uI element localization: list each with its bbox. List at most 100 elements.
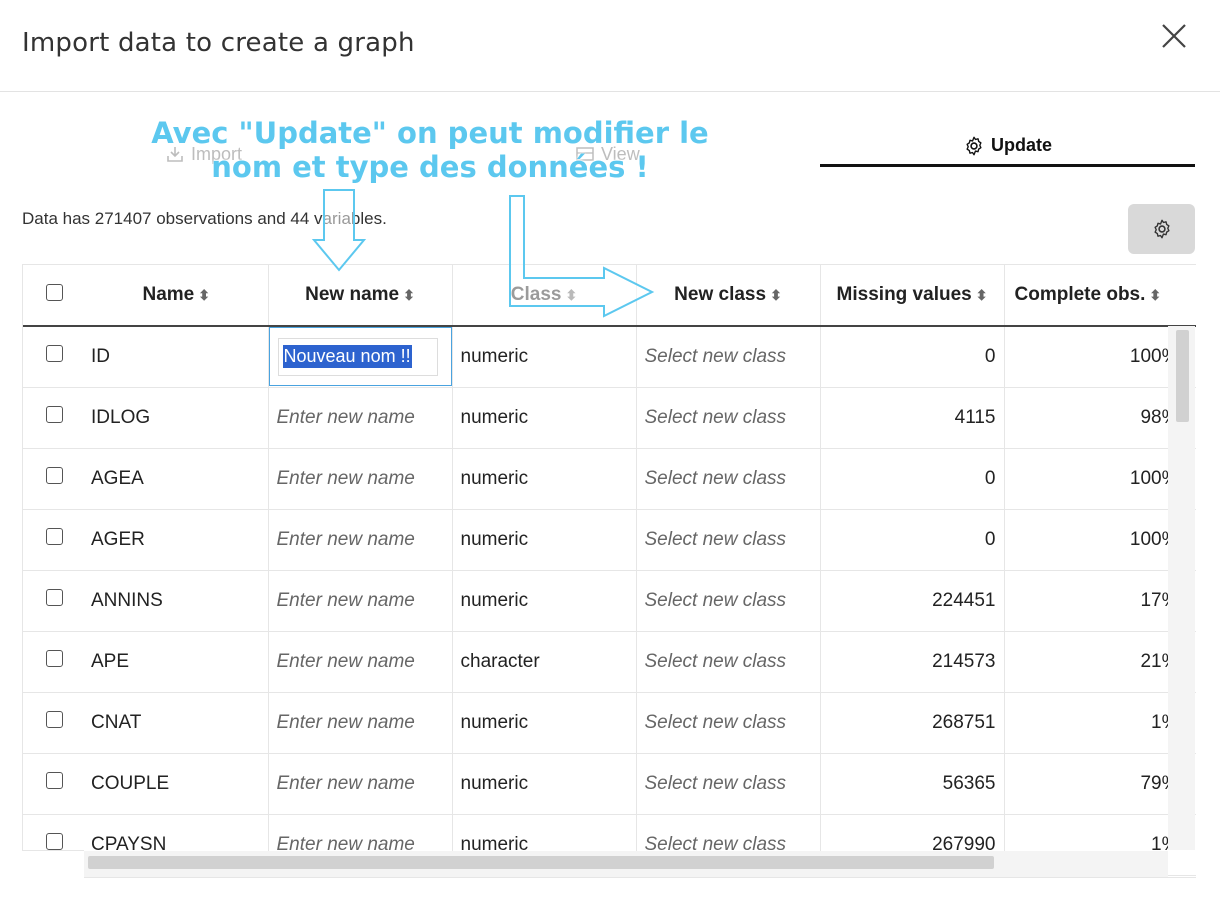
tab-import-label: Import: [191, 143, 243, 164]
modal-header: Import data to create a graph: [0, 0, 1220, 92]
sort-icon: ⬍: [198, 287, 210, 303]
table-row: CNAT Enter new name numeric Select new clas…: [23, 692, 1196, 754]
row-select-cell[interactable]: [23, 570, 85, 632]
new-name-cell[interactable]: Enter new name: [268, 448, 453, 510]
variable-name-cell: ANNINS: [85, 570, 269, 632]
new-name-input[interactable]: Nouveau nom !!: [277, 337, 438, 376]
new-name-cell[interactable]: Enter new name: [268, 692, 453, 754]
table-row: AGEA Enter new name numeric Select new clas…: [23, 448, 1196, 510]
tab-bar: Import View Update: [0, 92, 1220, 182]
table-row: AGER Enter new name numeric Select new clas…: [23, 509, 1196, 571]
new-class-cell[interactable]: Select new class: [636, 570, 821, 632]
new-class-cell[interactable]: Select new class: [636, 631, 821, 693]
gear-icon: [966, 136, 982, 155]
variable-name-cell: CNAT: [85, 692, 269, 754]
tab-view-label: View: [601, 143, 640, 164]
class-cell: numeric: [452, 753, 637, 815]
row-select-cell[interactable]: [23, 387, 85, 449]
row-select-cell[interactable]: [23, 692, 85, 754]
gear-icon: [1153, 219, 1170, 239]
missing-values-cell: 56365: [820, 753, 1005, 815]
new-name-cell[interactable]: Enter new name: [268, 570, 453, 632]
vertical-scroll-thumb[interactable]: [1176, 330, 1189, 422]
import-icon: [167, 147, 183, 162]
row-select-cell[interactable]: [23, 326, 85, 388]
missing-values-cell: 268751: [820, 692, 1005, 754]
tab-view[interactable]: View: [575, 134, 640, 174]
class-cell: numeric: [452, 448, 637, 510]
table-header-row: Name ⬍ New name ⬍ Class ⬍ New class ⬍ Missin…: [23, 265, 1196, 327]
row-select-cell[interactable]: [23, 509, 85, 571]
variables-table: Name ⬍ New name ⬍ Class ⬍ New class ⬍ Missin…: [23, 265, 1196, 876]
close-button[interactable]: [1158, 20, 1190, 52]
header-missing-values[interactable]: Missing values ⬍: [820, 265, 1005, 327]
row-checkbox[interactable]: [45, 344, 63, 362]
row-select-cell[interactable]: [23, 448, 85, 510]
table-row: COUPLE Enter new name numeric Select new cl…: [23, 753, 1196, 815]
horizontal-scroll-thumb[interactable]: [88, 856, 994, 869]
row-checkbox[interactable]: [45, 832, 63, 850]
variable-name-cell: ID: [85, 326, 269, 388]
new-class-cell[interactable]: Select new class: [636, 692, 821, 754]
new-name-cell[interactable]: Nouveau nom !!: [268, 326, 453, 388]
grid-corner: [22, 850, 84, 879]
sort-icon: ⬍: [975, 287, 988, 303]
class-cell: numeric: [452, 692, 637, 754]
sort-icon: ⬍: [565, 287, 578, 303]
missing-values-cell: 224451: [820, 570, 1005, 632]
sort-icon: ⬍: [403, 287, 415, 303]
header-name[interactable]: Name ⬍: [85, 265, 269, 327]
variable-name-cell: COUPLE: [85, 753, 269, 815]
new-class-cell[interactable]: Select new class: [636, 326, 821, 388]
new-class-cell[interactable]: Select new class: [636, 387, 821, 449]
row-checkbox[interactable]: [45, 527, 63, 545]
table-row: APE Enter new name character Select new cla…: [23, 631, 1196, 693]
table-row: ID Nouveau nom !! numeric Select new class 0…: [23, 326, 1196, 388]
table-icon: [576, 147, 594, 161]
class-cell: numeric: [452, 326, 637, 388]
missing-values-cell: 0: [820, 326, 1005, 388]
header-class[interactable]: Class ⬍: [452, 265, 637, 327]
new-name-cell[interactable]: Enter new name: [268, 753, 453, 815]
row-checkbox[interactable]: [45, 649, 63, 667]
row-checkbox[interactable]: [45, 405, 63, 423]
class-cell: character: [452, 631, 637, 693]
variables-grid: Name ⬍ New name ⬍ Class ⬍ New class ⬍ Missin…: [22, 264, 1196, 878]
selected-text: Nouveau nom !!: [282, 345, 412, 369]
row-checkbox[interactable]: [45, 771, 63, 789]
variable-name-cell: AGER: [85, 509, 269, 571]
new-name-cell[interactable]: Enter new name: [268, 387, 453, 449]
row-checkbox[interactable]: [45, 710, 63, 728]
select-all-checkbox[interactable]: [45, 283, 63, 301]
new-name-cell[interactable]: Enter new name: [268, 631, 453, 693]
row-checkbox[interactable]: [45, 466, 63, 484]
header-new-name[interactable]: New name ⬍: [268, 265, 453, 327]
variable-name-cell: IDLOG: [85, 387, 269, 449]
missing-values-cell: 214573: [820, 631, 1005, 693]
class-cell: numeric: [452, 509, 637, 571]
settings-button[interactable]: [1128, 204, 1195, 254]
class-cell: numeric: [452, 387, 637, 449]
variable-name-cell: AGEA: [85, 448, 269, 510]
table-row: IDLOG Enter new name numeric Select new cla…: [23, 387, 1196, 449]
tab-update[interactable]: Update: [820, 129, 1195, 167]
tab-update-label: Update: [990, 135, 1052, 155]
sort-icon: ⬍: [1149, 287, 1162, 303]
tab-import[interactable]: Import: [165, 134, 242, 174]
header-select-all[interactable]: [23, 265, 85, 327]
header-new-class[interactable]: New class ⬍: [636, 265, 821, 327]
class-cell: numeric: [452, 570, 637, 632]
close-icon: [1162, 24, 1186, 48]
header-complete-obs[interactable]: Complete obs. ⬍: [1004, 265, 1196, 327]
row-select-cell[interactable]: [23, 631, 85, 693]
variable-name-cell: APE: [85, 631, 269, 693]
new-class-cell[interactable]: Select new class: [636, 753, 821, 815]
sort-icon: ⬍: [770, 287, 782, 303]
new-class-cell[interactable]: Select new class: [636, 448, 821, 510]
row-select-cell[interactable]: [23, 753, 85, 815]
row-checkbox[interactable]: [45, 588, 63, 606]
data-summary: Data has 271407 observations and 44 vari…: [22, 209, 387, 228]
new-name-cell[interactable]: Enter new name: [268, 509, 453, 571]
table-row: ANNINS Enter new name numeric Select new cl…: [23, 570, 1196, 632]
new-class-cell[interactable]: Select new class: [636, 509, 821, 571]
